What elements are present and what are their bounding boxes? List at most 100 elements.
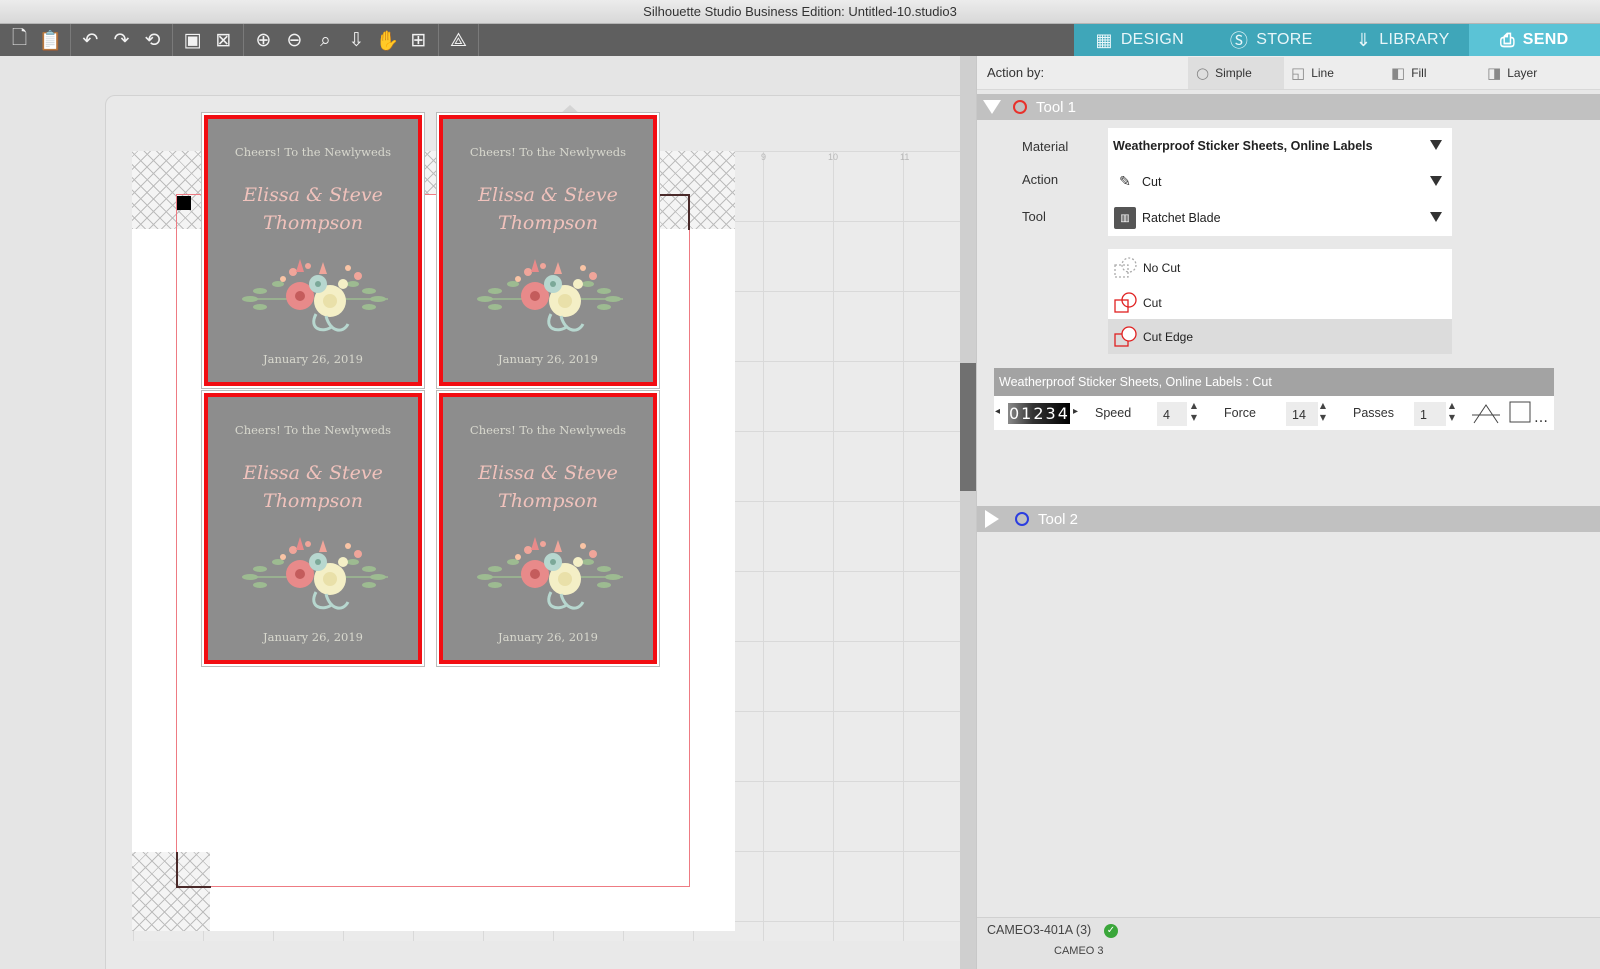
- new-document-icon[interactable]: 🗋: [4, 25, 35, 55]
- sticker-cut-outline: Cheers! To the Newlyweds Elissa & Steve T…: [204, 115, 422, 386]
- action-by-simple[interactable]: ○ Simple: [1188, 57, 1284, 89]
- device-model: CAMEO 3: [1054, 945, 1104, 957]
- pan-hand-icon[interactable]: ✋: [372, 25, 403, 55]
- sticker-date: January 26, 2019: [263, 352, 363, 366]
- action-by-line[interactable]: ◱ Line: [1283, 57, 1383, 89]
- sticker-names: Elissa & Steve Thompson: [443, 181, 653, 237]
- speed-stepper-icon[interactable]: ▲ ▼: [1189, 400, 1199, 424]
- sticker-date: January 26, 2019: [263, 630, 363, 644]
- deselect-icon[interactable]: ⊠: [208, 25, 239, 55]
- sticker-label[interactable]: Cheers! To the Newlyweds Elissa & Steve T…: [201, 390, 425, 667]
- sticker-names-line2: Thompson: [498, 212, 598, 234]
- sticker-label[interactable]: Cheers! To the Newlyweds Elissa & Steve T…: [436, 390, 660, 667]
- line-segment-overcut-icon[interactable]: [1472, 401, 1500, 425]
- more-options-icon[interactable]: …: [1534, 410, 1548, 426]
- cut-style-label: Cut: [1143, 295, 1162, 310]
- pixscan-icon[interactable]: ⟁: [443, 25, 474, 55]
- sticker-top-text: Cheers! To the Newlyweds: [469, 423, 627, 437]
- tool-dropdown[interactable]: ▥ Ratchet Blade: [1108, 200, 1452, 236]
- action-dropdown[interactable]: ✎ Cut: [1108, 164, 1452, 200]
- nav-tab-store[interactable]: Ⓢ STORE: [1206, 24, 1338, 56]
- toolbar-group: 🗋 📋: [0, 24, 71, 56]
- registration-mark-bottom-left: [176, 852, 211, 888]
- tool1-header[interactable]: Tool 1: [977, 94, 1600, 120]
- sticker-names-line2: Thompson: [498, 490, 598, 512]
- move-down-icon[interactable]: ⇩: [341, 25, 372, 55]
- sticker-label[interactable]: Cheers! To the Newlyweds Elissa & Steve T…: [436, 112, 660, 389]
- tool1-label: Tool 1: [1036, 98, 1077, 116]
- sticker-names: Elissa & Steve Thompson: [443, 459, 653, 515]
- force-input[interactable]: 14: [1286, 402, 1318, 426]
- radio-icon: ○: [1196, 64, 1210, 82]
- cut-style-no-cut[interactable]: No Cut: [1108, 250, 1452, 285]
- dropdown-arrow-icon: [1430, 140, 1442, 150]
- cut-style-cut-edge[interactable]: Cut Edge: [1108, 319, 1452, 354]
- sticker-names-line1: Elissa & Steve: [478, 184, 618, 206]
- tool2-label: Tool 2: [1038, 510, 1079, 528]
- sticker-names-line1: Elissa & Steve: [478, 462, 618, 484]
- device-name[interactable]: CAMEO3-401A (3): [987, 923, 1091, 937]
- send-panel: Action by: ○ Simple ◱ Line ◧ Fill ◨ Layer Tool …: [976, 56, 1600, 969]
- connected-check-icon: ✓: [1104, 924, 1118, 938]
- force-stepper-icon[interactable]: ▲ ▼: [1318, 400, 1328, 424]
- blade-left-arrow-icon[interactable]: ◂: [995, 406, 1000, 417]
- sticker-cut-outline: Cheers! To the Newlyweds Elissa & Steve T…: [439, 393, 657, 664]
- zoom-selection-icon[interactable]: ⌕: [310, 25, 341, 55]
- passes-input[interactable]: 1: [1414, 402, 1446, 426]
- action-by-bar: Action by: ○ Simple ◱ Line ◧ Fill ◨ Layer: [977, 56, 1600, 90]
- nav-tab-design[interactable]: ▦ DESIGN: [1074, 24, 1206, 56]
- canvas-scrollbar[interactable]: [960, 56, 976, 969]
- sticker-top-text: Cheers! To the Newlyweds: [234, 423, 392, 437]
- sticker-label[interactable]: Cheers! To the Newlyweds Elissa & Steve T…: [201, 112, 425, 389]
- sticker-names-line2: Thompson: [263, 490, 363, 512]
- passes-stepper-icon[interactable]: ▲ ▼: [1447, 400, 1457, 424]
- design-grid-icon: ▦: [1095, 29, 1113, 51]
- fit-to-page-icon[interactable]: ⊞: [403, 25, 434, 55]
- canvas-scrollbar-thumb[interactable]: [960, 363, 976, 491]
- action-by-label-text: Simple: [1215, 66, 1252, 80]
- blade-depth-indicator[interactable]: 01234: [1008, 403, 1070, 424]
- layer-mode-icon: ◨: [1487, 64, 1502, 82]
- nav-tabs: ▦ DESIGN Ⓢ STORE ⇓ LIBRARY ⎙ SEND: [1074, 24, 1600, 56]
- refresh-icon[interactable]: ⟲: [137, 25, 168, 55]
- blade-right-arrow-icon[interactable]: ▸: [1073, 406, 1078, 417]
- blade-cut-icon: ✎: [1119, 174, 1131, 190]
- clipboard-icon[interactable]: 📋: [35, 25, 66, 55]
- cut-edge-icon: [1114, 325, 1140, 349]
- registration-mark-square: [177, 196, 191, 210]
- device-status-bar: CAMEO3-401A (3) ✓ CAMEO 3: [977, 917, 1600, 969]
- nav-tab-label: STORE: [1256, 31, 1313, 48]
- passes-label: Passes: [1353, 406, 1394, 420]
- material-value: Weatherproof Sticker Sheets, Online Labe…: [1113, 139, 1373, 153]
- design-canvas[interactable]: 9 10 11 Cheers! To the Newlyweds Elissa …: [0, 56, 980, 969]
- floral-bouquet-icon: [473, 532, 628, 620]
- zoom-in-icon[interactable]: ⊕: [248, 25, 279, 55]
- toolbar-group: ▣ ⊠: [173, 24, 244, 56]
- nav-tab-label: SEND: [1522, 31, 1569, 48]
- material-label: Material: [1022, 139, 1069, 154]
- select-all-icon[interactable]: ▣: [177, 25, 208, 55]
- cut-parameters: ◂ 01234 ▸ Speed 4 ▲ ▼ Force 14 ▲ ▼ Passes …: [994, 396, 1554, 430]
- sticker-date: January 26, 2019: [498, 352, 598, 366]
- undo-icon[interactable]: ↶: [75, 25, 106, 55]
- nav-tab-library[interactable]: ⇓ LIBRARY: [1337, 24, 1469, 56]
- rectangle-option-icon[interactable]: [1509, 401, 1533, 425]
- toolbar-group: ↶ ↷ ⟲: [71, 24, 173, 56]
- cut-style-cut[interactable]: Cut: [1108, 285, 1452, 320]
- sticker-names-line2: Thompson: [263, 212, 363, 234]
- collapse-triangle-icon[interactable]: [983, 100, 1001, 114]
- sticker-names-line1: Elissa & Steve: [243, 462, 383, 484]
- cut-style-list: No Cut Cut Cut Edge: [1108, 249, 1452, 354]
- zoom-out-icon[interactable]: ⊖: [279, 25, 310, 55]
- force-label: Force: [1224, 406, 1256, 420]
- expand-triangle-icon[interactable]: [985, 510, 999, 528]
- tool2-header[interactable]: Tool 2: [977, 506, 1600, 532]
- action-by-fill[interactable]: ◧ Fill: [1383, 57, 1479, 89]
- nav-tab-send[interactable]: ⎙ SEND: [1468, 24, 1600, 56]
- sticker-cut-outline: Cheers! To the Newlyweds Elissa & Steve T…: [204, 393, 422, 664]
- action-by-layer[interactable]: ◨ Layer: [1479, 57, 1589, 89]
- material-dropdown[interactable]: Weatherproof Sticker Sheets, Online Labe…: [1108, 128, 1452, 164]
- redo-icon[interactable]: ↷: [106, 25, 137, 55]
- speed-input[interactable]: 4: [1157, 402, 1187, 426]
- tool2-color-circle-icon: [1015, 512, 1029, 526]
